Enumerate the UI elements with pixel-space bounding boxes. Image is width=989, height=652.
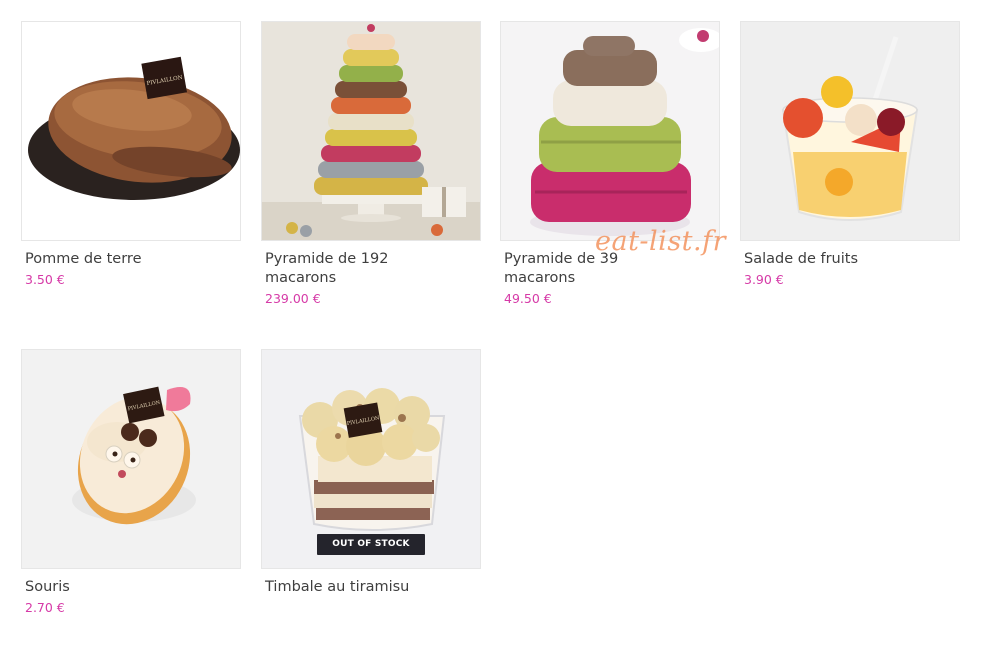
product-name[interactable]: Salade de fruits bbox=[744, 250, 894, 269]
product-name[interactable]: Souris bbox=[25, 578, 175, 597]
product-image-souris[interactable]: PIVLAILLON bbox=[21, 349, 241, 569]
product-card-salade-de-fruits[interactable]: Salade de fruits 3.90 € bbox=[740, 21, 960, 287]
product-price: 49.50 € bbox=[504, 291, 552, 306]
product-image-pomme-de-terre[interactable]: PIVLAILLON bbox=[21, 21, 241, 241]
product-price: 3.50 € bbox=[25, 272, 65, 287]
product-name[interactable]: Pyramide de 39 macarons bbox=[504, 250, 654, 288]
product-card-timbale-au-tiramisu[interactable]: PIVLAILLON OUT OF STOCK Timbale au tiram… bbox=[261, 349, 481, 597]
product-card-pyramide-39[interactable]: Pyramide de 39 macarons 49.50 € bbox=[500, 21, 720, 306]
product-image-timbale-au-tiramisu[interactable]: PIVLAILLON OUT OF STOCK bbox=[261, 349, 481, 569]
product-price: 3.90 € bbox=[744, 272, 784, 287]
product-name[interactable]: Pyramide de 192 macarons bbox=[265, 250, 415, 288]
product-name[interactable]: Timbale au tiramisu bbox=[265, 578, 415, 597]
out-of-stock-badge: OUT OF STOCK bbox=[317, 534, 425, 555]
product-price: 239.00 € bbox=[265, 291, 321, 306]
product-card-pomme-de-terre[interactable]: PIVLAILLON Pomme de terre 3.50 € bbox=[21, 21, 241, 287]
product-image-pyramide-39[interactable] bbox=[500, 21, 720, 241]
product-image-salade-de-fruits[interactable] bbox=[740, 21, 960, 241]
product-name[interactable]: Pomme de terre bbox=[25, 250, 175, 269]
product-price: 2.70 € bbox=[25, 600, 65, 615]
product-image-pyramide-192[interactable] bbox=[261, 21, 481, 241]
product-card-souris[interactable]: PIVLAILLON Souris 2.70 € bbox=[21, 349, 241, 615]
product-card-pyramide-192[interactable]: Pyramide de 192 macarons 239.00 € bbox=[261, 21, 481, 306]
